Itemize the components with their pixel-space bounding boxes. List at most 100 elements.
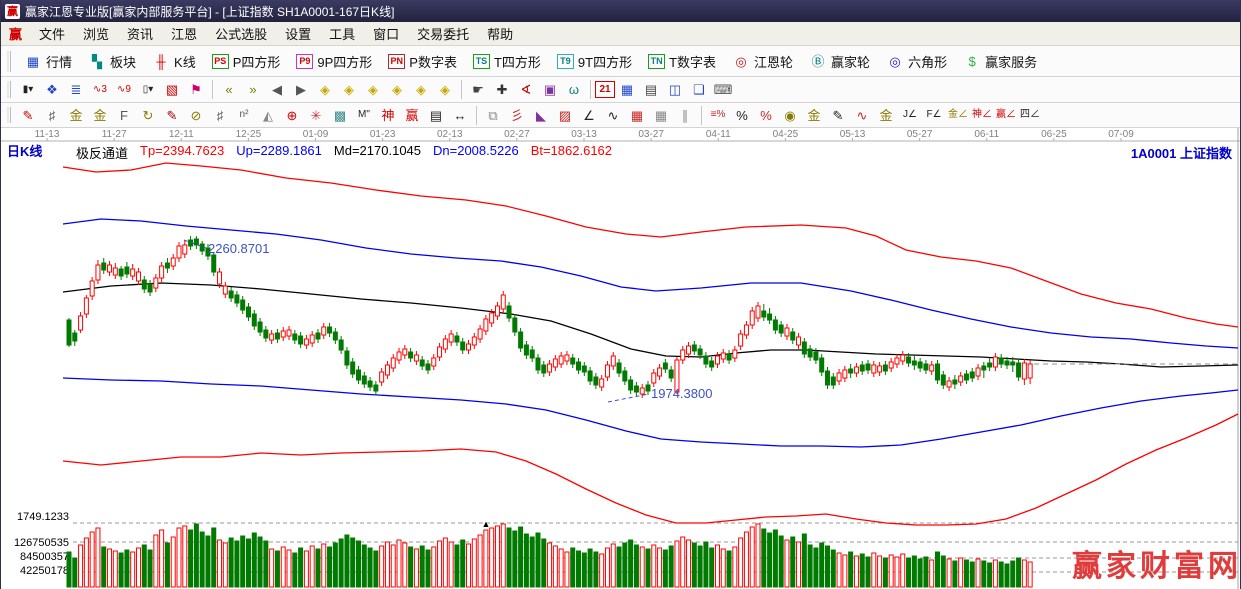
tool-slashes[interactable]: ∥	[673, 105, 697, 126]
tool-candle-style[interactable]: ▯▾	[136, 79, 160, 100]
tool-grid-red[interactable]: ▦	[625, 105, 649, 126]
tool-angle-mirror[interactable]: ◭	[256, 105, 280, 126]
tool-gann-diamond-left[interactable]: ◈	[313, 79, 337, 100]
toolbar-button-yingjiafuwu[interactable]: $赢家服务	[955, 49, 1045, 74]
tool-gann-x[interactable]: ▧	[160, 79, 184, 100]
toolbar-button-bankuai[interactable]: ▚板块	[80, 49, 144, 74]
tool-gann-diamond-right[interactable]: ◈	[337, 79, 361, 100]
tool-gold-grid-2[interactable]: 金	[88, 105, 112, 126]
tool-circle-dash[interactable]: ⊘	[184, 105, 208, 126]
tool-info-doc[interactable]: ≣	[64, 79, 88, 100]
tool-angle-line[interactable]: ∠	[577, 105, 601, 126]
tool-wave-line[interactable]: ∿	[601, 105, 625, 126]
tool-gold-grid-1[interactable]: 金	[64, 105, 88, 126]
candle-body-down	[212, 255, 216, 272]
price-chart-svg[interactable]: 11-1311-2712-1112-2501-0901-2302-1302-27…	[1, 128, 1241, 589]
tool-remote[interactable]: ⌨	[711, 79, 735, 100]
tool-spiral[interactable]: ↻	[136, 105, 160, 126]
tool-pencil-2[interactable]: ✎	[160, 105, 184, 126]
tool-next-bar[interactable]: ▶	[289, 79, 313, 100]
tool-period-selector[interactable]: ▮▾	[16, 79, 40, 100]
tool-grid-diag[interactable]: ▨	[553, 105, 577, 126]
tool-gold-circle[interactable]: ◉	[778, 105, 802, 126]
toolbar-button-p-shuzibiao[interactable]: PNP数字表	[380, 49, 465, 74]
tool-grid-ticks[interactable]: ♯	[40, 105, 64, 126]
menu-item-4[interactable]: 公式选股	[206, 21, 276, 46]
tool-f-grid[interactable]: F	[112, 105, 136, 126]
tool-ying-tool[interactable]: 赢	[400, 105, 424, 126]
tool-hand-tool[interactable]: ☛	[466, 79, 490, 100]
toolbar-button-kline[interactable]: ╫K线	[144, 49, 204, 74]
tool-color-flag[interactable]: ⚑	[184, 79, 208, 100]
tool-gann-diamond-shrink[interactable]: ◈	[385, 79, 409, 100]
tool-j-angle[interactable]: J∠	[898, 105, 922, 126]
tool-last-page[interactable]: »	[241, 79, 265, 100]
menu-item-7[interactable]: 窗口	[364, 21, 408, 46]
tool-angle-tool[interactable]: ∢	[514, 79, 538, 100]
tool-calculator[interactable]: ▦	[615, 79, 639, 100]
tool-ruler-123[interactable]: ▤	[424, 105, 448, 126]
toolbar-button-9p-sifangxing[interactable]: P99P四方形	[288, 49, 380, 74]
tool-box-tool[interactable]: ▣	[538, 79, 562, 100]
tool-save[interactable]: ◫	[663, 79, 687, 100]
tool-pencil[interactable]: ✎	[16, 105, 40, 126]
tool-percent-band[interactable]: ≡%	[706, 105, 730, 126]
menu-item-1[interactable]: 浏览	[74, 21, 118, 46]
toolbar-button-jiangenlun[interactable]: ◎江恩轮	[724, 49, 801, 74]
panel-label[interactable]: 日K线	[7, 141, 42, 160]
toolbar-button-9t-sifangxing[interactable]: T99T四方形	[549, 49, 640, 74]
tool-gann-net[interactable]: ❖	[40, 79, 64, 100]
tool-wave-red[interactable]: ∿	[850, 105, 874, 126]
tool-first-page[interactable]: «	[217, 79, 241, 100]
chart-area[interactable]: 11-1311-2712-1112-2501-0901-2302-1302-27…	[1, 128, 1241, 589]
tool-gann-diamond-full[interactable]: ◈	[433, 79, 457, 100]
tool-percent[interactable]: %	[730, 105, 754, 126]
tool-gold-lines[interactable]: 金	[802, 105, 826, 126]
menu-item-6[interactable]: 工具	[320, 21, 364, 46]
tool-gold-angle[interactable]: 金	[874, 105, 898, 126]
tool-wave-3[interactable]: ∿3	[88, 79, 112, 100]
tool-grid-gray[interactable]: ▦	[649, 105, 673, 126]
tool-cycle-tool[interactable]: ω	[562, 79, 586, 100]
tool-windows[interactable]: ❏	[687, 79, 711, 100]
toolbar-button-liujiaoxing[interactable]: ◎六角形	[878, 49, 955, 74]
tool-si-angle[interactable]: 四∠	[1018, 105, 1042, 126]
tool-shen-angle[interactable]: 神∠	[970, 105, 994, 126]
tool-hash-2[interactable]: ♯	[208, 105, 232, 126]
tool-web-red[interactable]: ✳	[304, 105, 328, 126]
tool-m-quote[interactable]: M"	[352, 105, 376, 126]
tool-web-grid[interactable]: ▩	[328, 105, 352, 126]
menu-item-0[interactable]: 文件	[30, 21, 74, 46]
menu-item-2[interactable]: 资讯	[118, 21, 162, 46]
tool-calendar[interactable]: 21	[595, 81, 615, 98]
tool-brush-alert[interactable]: ✎	[826, 105, 850, 126]
tool-box-fan[interactable]: ⧉	[481, 105, 505, 126]
tool-width-arrows[interactable]: ↔	[448, 105, 472, 126]
toolbar-button-yingjialun[interactable]: Ⓑ赢家轮	[801, 49, 878, 74]
tool-crosshair-tool[interactable]: ✚	[490, 79, 514, 100]
toolbar-button-hangqing[interactable]: ▦行情	[16, 49, 80, 74]
candle-body-down	[524, 345, 528, 355]
menu-item-3[interactable]: 江恩	[162, 21, 206, 46]
tool-n-squared[interactable]: n²	[232, 105, 256, 126]
tool-fan-purple[interactable]: ◣	[529, 105, 553, 126]
toolbar-button-p-sifangxing[interactable]: PSP四方形	[204, 49, 289, 74]
tool-fan-red[interactable]: 彡	[505, 105, 529, 126]
tool-wave-9[interactable]: ∿9	[112, 79, 136, 100]
tool-red-target[interactable]: ⊕	[280, 105, 304, 126]
tool-shen-tool[interactable]: 神	[376, 105, 400, 126]
tool-notepad[interactable]: ▤	[639, 79, 663, 100]
tool-prev-bar[interactable]: ◀	[265, 79, 289, 100]
menu-item-8[interactable]: 交易委托	[408, 21, 478, 46]
tool-gann-diamond-center[interactable]: ◈	[409, 79, 433, 100]
tool-jin-angle[interactable]: 金∠	[946, 105, 970, 126]
tool-gann-diamond-expand[interactable]: ◈	[361, 79, 385, 100]
toolbar-button-t-shuzibiao[interactable]: TNT数字表	[640, 49, 724, 74]
toolbar-button-t-sifangxing[interactable]: TST四方形	[465, 49, 549, 74]
indicator-name[interactable]: 极反通道	[76, 143, 128, 162]
tool-ying-angle[interactable]: 赢∠	[994, 105, 1018, 126]
menu-item-9[interactable]: 帮助	[478, 21, 522, 46]
menu-item-5[interactable]: 设置	[276, 21, 320, 46]
tool-percent-red[interactable]: %	[754, 105, 778, 126]
tool-f-angle[interactable]: F∠	[922, 105, 946, 126]
